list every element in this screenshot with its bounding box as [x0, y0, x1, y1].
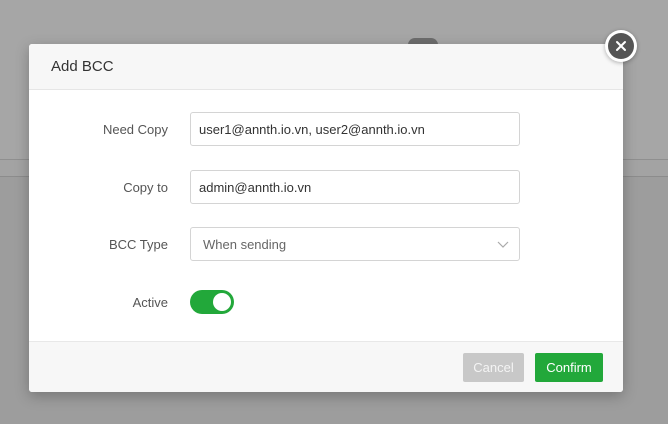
need-copy-row: Need Copy user1@annth.io.vn, user2@annth…: [29, 112, 623, 146]
cancel-button[interactable]: Cancel: [463, 353, 524, 382]
modal-header: Add BCC: [29, 44, 623, 90]
confirm-button[interactable]: Confirm: [535, 353, 603, 382]
copy-to-input[interactable]: admin@annth.io.vn: [190, 170, 520, 204]
copy-to-row: Copy to admin@annth.io.vn: [29, 170, 623, 204]
modal-footer: Cancel Confirm: [29, 341, 623, 392]
toggle-knob: [213, 293, 231, 311]
need-copy-input[interactable]: user1@annth.io.vn, user2@annth.io.vn: [190, 112, 520, 146]
modal-title: Add BCC: [51, 58, 114, 75]
bcc-type-selected-value: When sending: [203, 236, 287, 252]
bcc-type-row: BCC Type When sending: [29, 227, 623, 261]
close-button[interactable]: [605, 30, 637, 62]
copy-to-label: Copy to: [123, 179, 168, 195]
modal-body: Need Copy user1@annth.io.vn, user2@annth…: [29, 90, 623, 341]
chevron-down-icon: [497, 241, 509, 248]
active-label: Active: [132, 294, 168, 310]
bcc-type-label: BCC Type: [108, 236, 168, 252]
active-row: Active: [29, 285, 623, 319]
active-toggle[interactable]: [190, 290, 234, 314]
close-icon: [608, 33, 634, 59]
need-copy-label: Need Copy: [102, 121, 168, 137]
bcc-type-select[interactable]: When sending: [190, 227, 520, 261]
add-bcc-modal: Add BCC Need Copy user1@annth.io.vn, use…: [29, 44, 623, 392]
